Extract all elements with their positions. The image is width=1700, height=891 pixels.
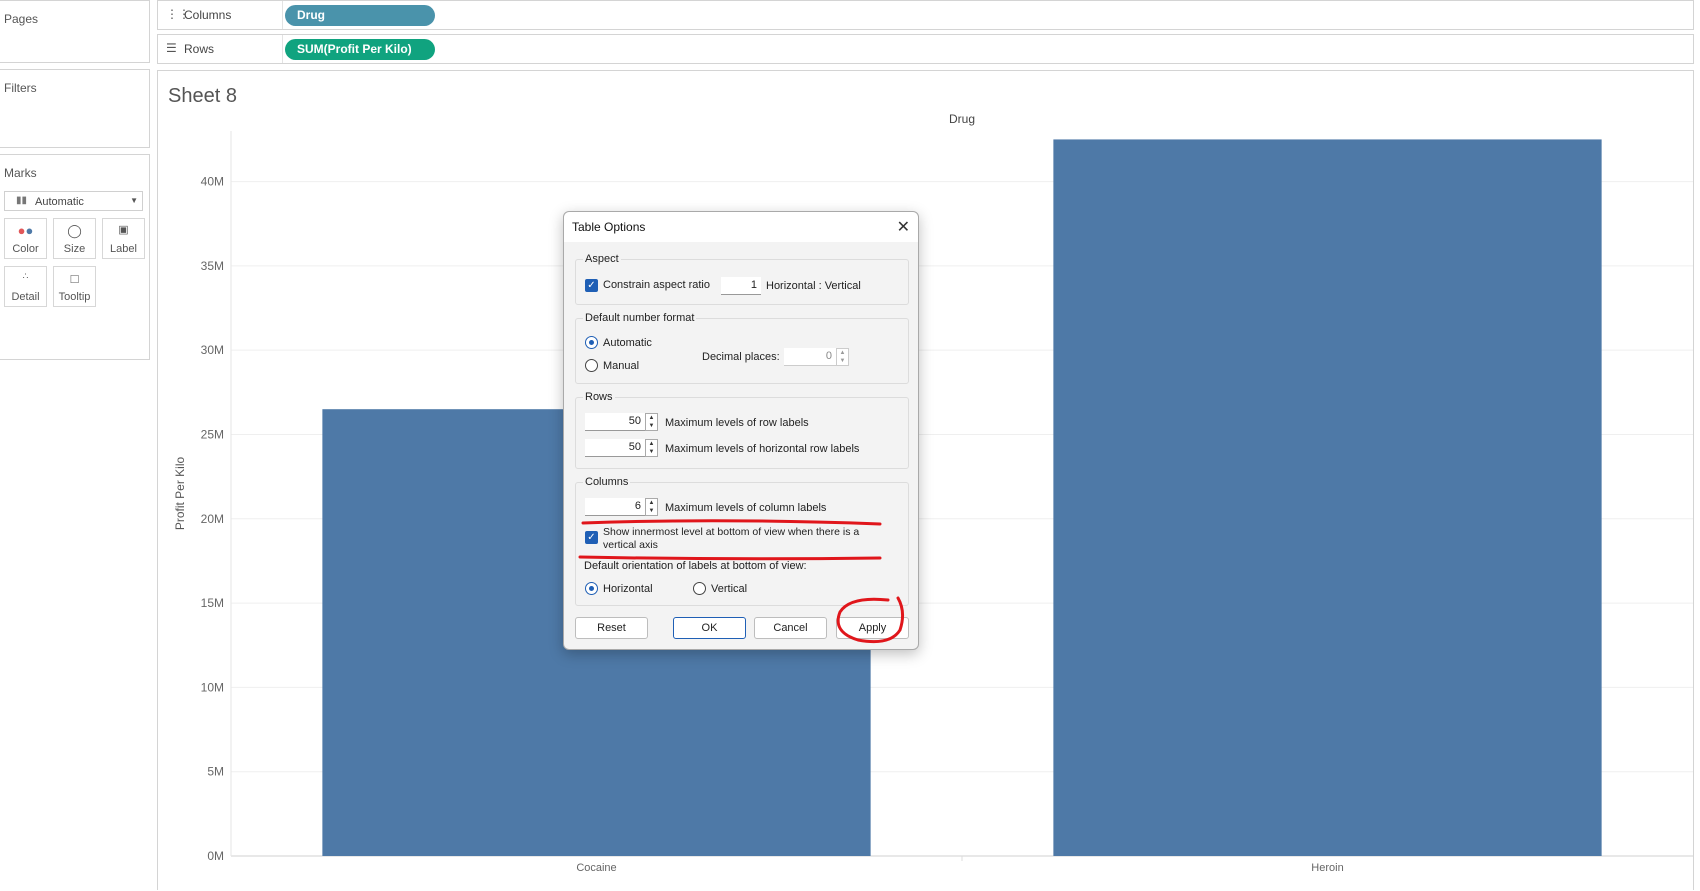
aspect-ratio-suffix: Horizontal : Vertical <box>766 280 861 292</box>
dialog-title: Table Options <box>572 220 646 234</box>
pages-pane-title: Pages <box>4 12 39 26</box>
number-format-title: Default number format <box>583 312 697 324</box>
manual-radio[interactable] <box>585 359 598 372</box>
x-tick-label: Cocaine <box>576 862 616 874</box>
innermost-level-checkbox[interactable]: ✓ <box>585 531 598 544</box>
marks-card: Marks ▮▮ Automatic ▼ ●● Color ◯ Size ▣ L… <box>0 154 150 360</box>
rows-shelf-label: Rows <box>184 42 215 56</box>
ok-button[interactable]: OK <box>673 617 746 639</box>
columns-pill-drug[interactable]: Drug <box>285 5 435 26</box>
bar-heroin <box>1053 139 1602 856</box>
mark-type-dropdown[interactable]: ▮▮ Automatic ▼ <box>4 191 143 211</box>
decimal-places-input[interactable]: 0 <box>784 348 836 366</box>
horizontal-radio[interactable] <box>585 582 598 595</box>
rows-group <box>575 397 909 469</box>
vertical-radio-label: Vertical <box>711 583 748 595</box>
detail-button-label: Detail <box>11 291 40 303</box>
mark-type-label: Automatic <box>35 196 84 208</box>
reset-button[interactable]: Reset <box>575 617 648 639</box>
innermost-level-label-line2: vertical axis <box>603 539 658 551</box>
y-axis-title: Profit Per Kilo <box>173 456 187 530</box>
color-dots-icon: ●● <box>17 223 34 238</box>
y-tick-label: 25M <box>201 427 224 441</box>
automatic-radio-label: Automatic <box>603 337 652 349</box>
chevron-down-icon: ▼ <box>130 196 138 205</box>
close-icon[interactable]: ✕ <box>897 217 910 237</box>
size-button-label: Size <box>63 243 86 255</box>
y-tick-label: 0M <box>207 849 224 863</box>
horizontal-radio-label: Horizontal <box>603 583 653 595</box>
columns-group-title: Columns <box>583 476 631 488</box>
apply-button[interactable]: Apply <box>836 617 909 639</box>
table-options-dialog: Table Options ✕ Aspect ✓ Constrain aspec… <box>563 211 919 650</box>
filters-pane-title: Filters <box>4 81 37 95</box>
marks-card-title: Marks <box>4 166 37 180</box>
col-labels-input[interactable]: 6 <box>585 498 645 516</box>
columns-shelf: ⋮⋮ Columns Drug <box>157 0 1694 30</box>
tooltip-button-label: Tooltip <box>58 291 91 303</box>
col-labels-text: Maximum levels of column labels <box>665 502 827 514</box>
y-tick-label: 40M <box>201 175 224 189</box>
worksheet-canvas: Sheet 8 0M 5M 10M 15M 20M 25M 30M 35M 40M Drug Pro… <box>157 70 1694 890</box>
y-tick-label: 15M <box>201 596 224 610</box>
label-button-label: Label <box>110 243 137 255</box>
row-labels-input[interactable]: 50 <box>585 413 645 431</box>
vertical-radio[interactable] <box>693 582 706 595</box>
decimal-places-spinner[interactable]: ▲ ▼ <box>836 348 849 366</box>
y-tick-label: 10M <box>201 680 224 694</box>
col-labels-spinner[interactable]: ▲ ▼ <box>645 498 658 516</box>
manual-radio-label: Manual <box>603 360 640 372</box>
rows-pill-profit[interactable]: SUM(Profit Per Kilo) <box>285 39 435 60</box>
horiz-row-labels-spinner[interactable]: ▲ ▼ <box>645 439 658 457</box>
aspect-ratio-input[interactable]: 1 <box>721 277 761 295</box>
pages-pane: Pages <box>0 0 150 63</box>
constrain-aspect-checkbox[interactable]: ✓ <box>585 279 598 292</box>
automatic-radio[interactable] <box>585 336 598 349</box>
label-icon: ▣ <box>118 224 129 236</box>
x-tick-label: Heroin <box>1311 862 1343 874</box>
orientation-title: Default orientation of labels at bottom … <box>584 560 807 572</box>
color-button[interactable]: ●● Color <box>4 218 47 259</box>
tooltip-icon: □ <box>70 271 79 286</box>
aspect-group-title: Aspect <box>583 253 621 265</box>
row-labels-text: Maximum levels of row labels <box>665 417 809 429</box>
y-tick-label: 35M <box>201 259 224 273</box>
bar-chart-icon: ▮▮ <box>16 195 28 206</box>
bar-chart: 0M 5M 10M 15M 20M 25M 30M 35M 40M Drug Profit Per … <box>173 112 1693 874</box>
color-button-label: Color <box>12 243 39 255</box>
cancel-button[interactable]: Cancel <box>754 617 827 639</box>
y-tick-label: 20M <box>201 512 224 526</box>
detail-icon: ∴ <box>22 271 29 281</box>
tooltip-button[interactable]: □ Tooltip <box>53 266 96 307</box>
horiz-row-labels-input[interactable]: 50 <box>585 439 645 457</box>
rows-icon: ☰ <box>166 41 177 55</box>
columns-shelf-label: Columns <box>184 8 232 22</box>
detail-button[interactable]: ∴ Detail <box>4 266 47 307</box>
column-header-drug: Drug <box>949 112 975 126</box>
size-button[interactable]: ◯ Size <box>53 218 96 259</box>
filters-pane: Filters <box>0 69 150 148</box>
y-tick-label: 5M <box>207 765 224 779</box>
innermost-level-label-line1: Show innermost level at bottom of view w… <box>603 526 860 538</box>
horiz-row-labels-text: Maximum levels of horizontal row labels <box>665 443 860 455</box>
row-labels-spinner[interactable]: ▲ ▼ <box>645 413 658 431</box>
constrain-aspect-label: Constrain aspect ratio <box>603 279 710 291</box>
y-tick-label: 30M <box>201 343 224 357</box>
size-icon: ◯ <box>67 223 82 238</box>
decimal-places-label: Decimal places: <box>702 351 780 363</box>
rows-group-title: Rows <box>583 391 615 403</box>
label-button[interactable]: ▣ Label <box>102 218 145 259</box>
rows-shelf: ☰ Rows SUM(Profit Per Kilo) <box>157 34 1694 64</box>
